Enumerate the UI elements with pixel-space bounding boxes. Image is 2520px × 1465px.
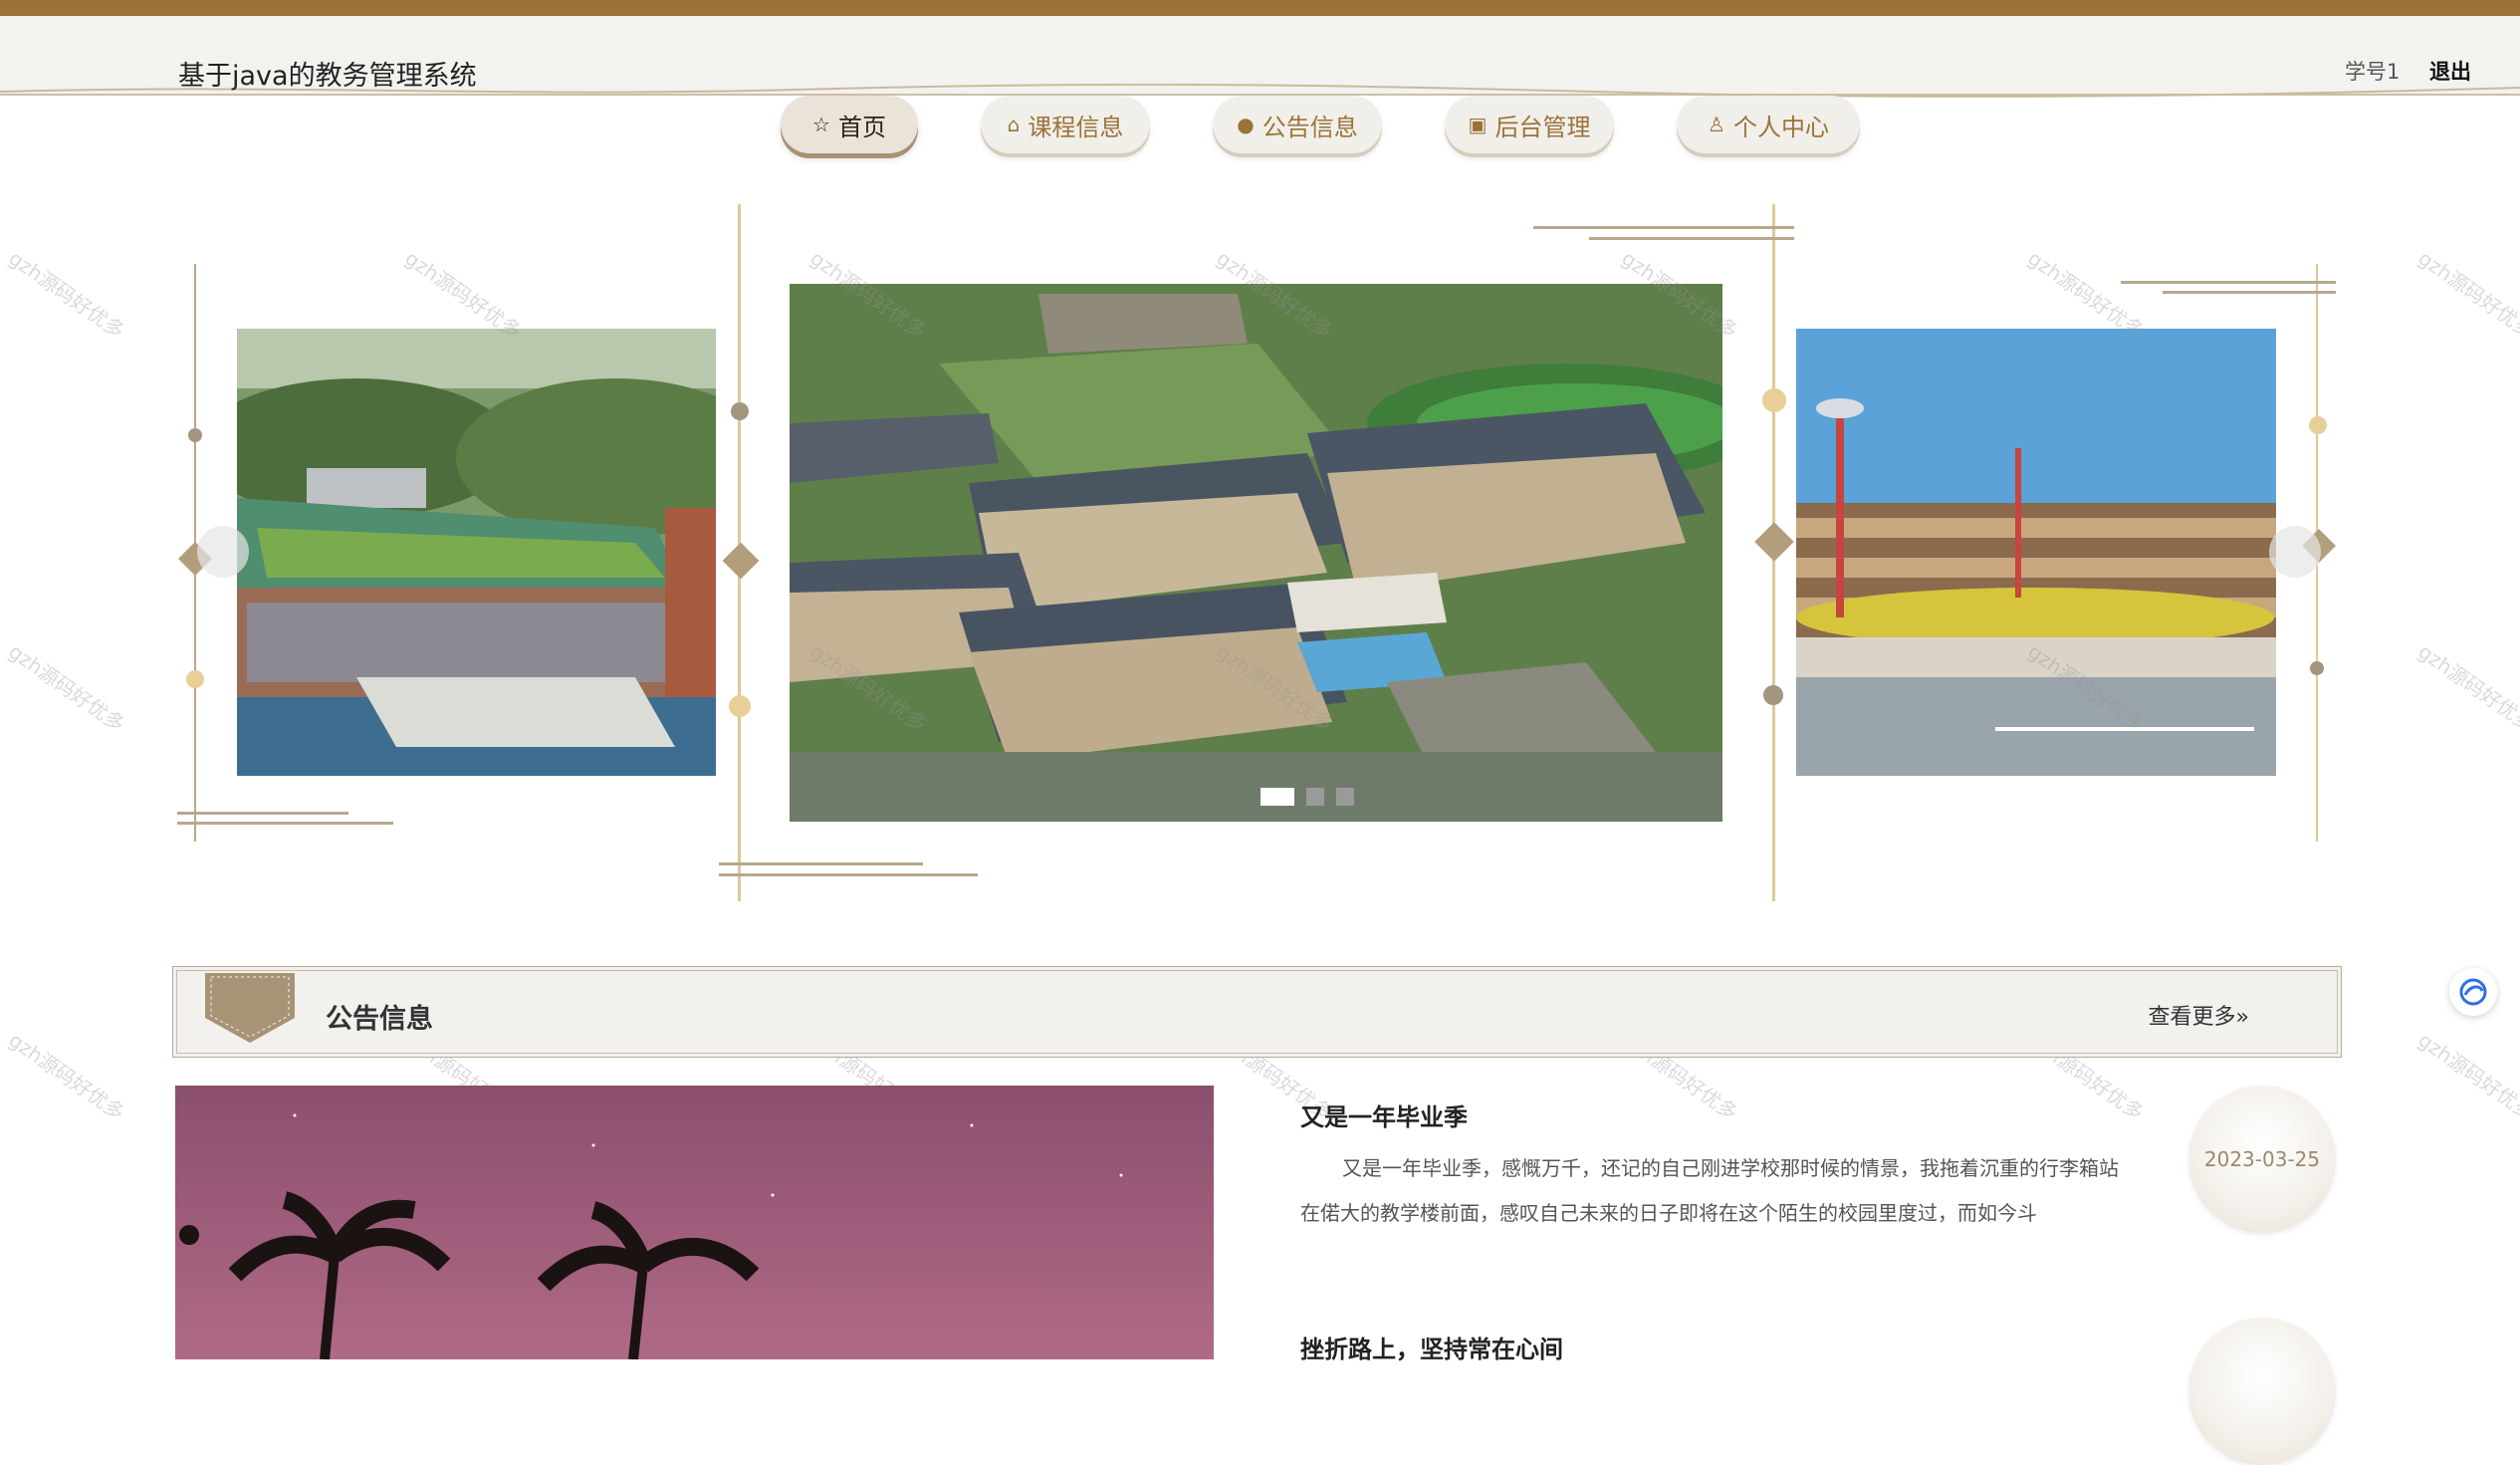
carousel-prev-button[interactable] <box>197 526 249 578</box>
deco-dot <box>2310 661 2324 675</box>
site-title: 基于java的教务管理系统 <box>178 61 477 92</box>
notice-section-title: 公告信息 <box>326 1004 433 1035</box>
main-nav: ☆ 首页 ⌂ 课程信息 ● 公告信息 ▣ 后台管理 ♙ 个人中心 <box>781 96 1860 159</box>
notice-list-item[interactable]: 又是一年毕业季 又是一年毕业季，感慨万千，还记的自己刚进学校那时候的情景，我拖着… <box>1300 1098 2122 1236</box>
section-tab-icon <box>205 973 295 1043</box>
palm-night-image <box>175 1086 1214 1359</box>
carousel-slide-right[interactable] <box>1796 329 2276 776</box>
carousel-dot-2[interactable] <box>1306 788 1324 806</box>
view-more-label: 查看更多 <box>2148 1005 2236 1030</box>
deco-dot <box>188 428 202 442</box>
notice-item-summary: 又是一年毕业季，感慨万千，还记的自己刚进学校那时候的情景，我拖着沉重的行李箱站在… <box>1300 1156 2119 1225</box>
watermark: gzh源码好优多 <box>4 1027 129 1125</box>
user-icon: ♙ <box>1708 113 1725 136</box>
nav-notices-label: 公告信息 <box>1261 113 1358 141</box>
nav-profile[interactable]: ♙ 个人中心 <box>1677 96 1860 153</box>
watermark: gzh源码好优多 <box>4 638 129 737</box>
campus-playground-image <box>1796 329 2276 776</box>
deco-dot <box>731 402 749 420</box>
deco-line <box>177 812 348 815</box>
floating-assistant-button[interactable] <box>2449 968 2497 1016</box>
nav-home-label: 首页 <box>837 113 886 141</box>
deco-dot <box>186 670 204 688</box>
diamond-ornament <box>722 542 760 580</box>
assistant-icon <box>2459 978 2487 1006</box>
carousel-indicators <box>1260 788 1354 806</box>
nav-admin-label: 后台管理 <box>1494 113 1591 141</box>
deco-dot <box>1762 388 1786 412</box>
carousel-next-button[interactable] <box>2269 526 2321 578</box>
deco-line <box>1589 237 1794 240</box>
deco-line <box>177 822 393 825</box>
star-icon: ☆ <box>812 113 830 136</box>
nav-profile-label: 个人中心 <box>1732 113 1829 141</box>
notice-featured-image[interactable] <box>175 1086 1214 1359</box>
campus-aerial-image <box>790 284 1722 822</box>
watermark: gzh源码好优多 <box>2413 245 2520 344</box>
deco-line <box>2121 281 2336 284</box>
view-more-link[interactable]: 查看更多» <box>2149 999 2249 1031</box>
notice-item-title[interactable]: 又是一年毕业季 <box>1300 1098 2122 1132</box>
logout-button[interactable]: 退出 <box>2429 56 2471 86</box>
notice-date-badge <box>2188 1318 2336 1465</box>
deco-line <box>2163 291 2336 294</box>
notice-section-header: 公告信息 查看更多» <box>172 966 2342 1058</box>
nav-home[interactable]: ☆ 首页 <box>781 96 918 153</box>
deco-dot <box>1763 685 1783 705</box>
carousel-dot-1[interactable] <box>1260 788 1294 806</box>
top-accent-bar <box>0 0 2520 16</box>
nav-courses[interactable]: ⌂ 课程信息 <box>981 96 1150 153</box>
watermark: gzh源码好优多 <box>4 245 129 344</box>
alert-icon: ● <box>1237 113 1255 136</box>
carousel-slide-left[interactable] <box>237 329 716 776</box>
watermark: gzh源码好优多 <box>2413 1027 2520 1125</box>
double-chevron-right-icon: » <box>2235 1005 2249 1030</box>
deco-line <box>1533 226 1794 229</box>
watermark: gzh源码好优多 <box>2413 638 2520 737</box>
user-label[interactable]: 学号1 <box>2345 56 2400 86</box>
diamond-ornament <box>1754 522 1794 562</box>
deco-dot <box>2309 416 2327 434</box>
bag-icon: ⌂ <box>1007 113 1021 136</box>
nav-courses-label: 课程信息 <box>1028 113 1124 141</box>
deco-line <box>719 862 923 865</box>
deco-dot <box>729 695 751 717</box>
nav-notices[interactable]: ● 公告信息 <box>1213 96 1382 153</box>
header: 基于java的教务管理系统 学号1 退出 <box>0 16 2520 98</box>
nav-admin[interactable]: ▣ 后台管理 <box>1445 96 1614 153</box>
clipboard-icon: ▣ <box>1468 113 1488 136</box>
campus-library-image <box>237 329 716 776</box>
carousel-dot-3[interactable] <box>1336 788 1354 806</box>
carousel-slide-center[interactable] <box>790 284 1722 822</box>
notice-date-badge: 2023-03-25 <box>2188 1086 2336 1233</box>
deco-line <box>719 873 978 876</box>
